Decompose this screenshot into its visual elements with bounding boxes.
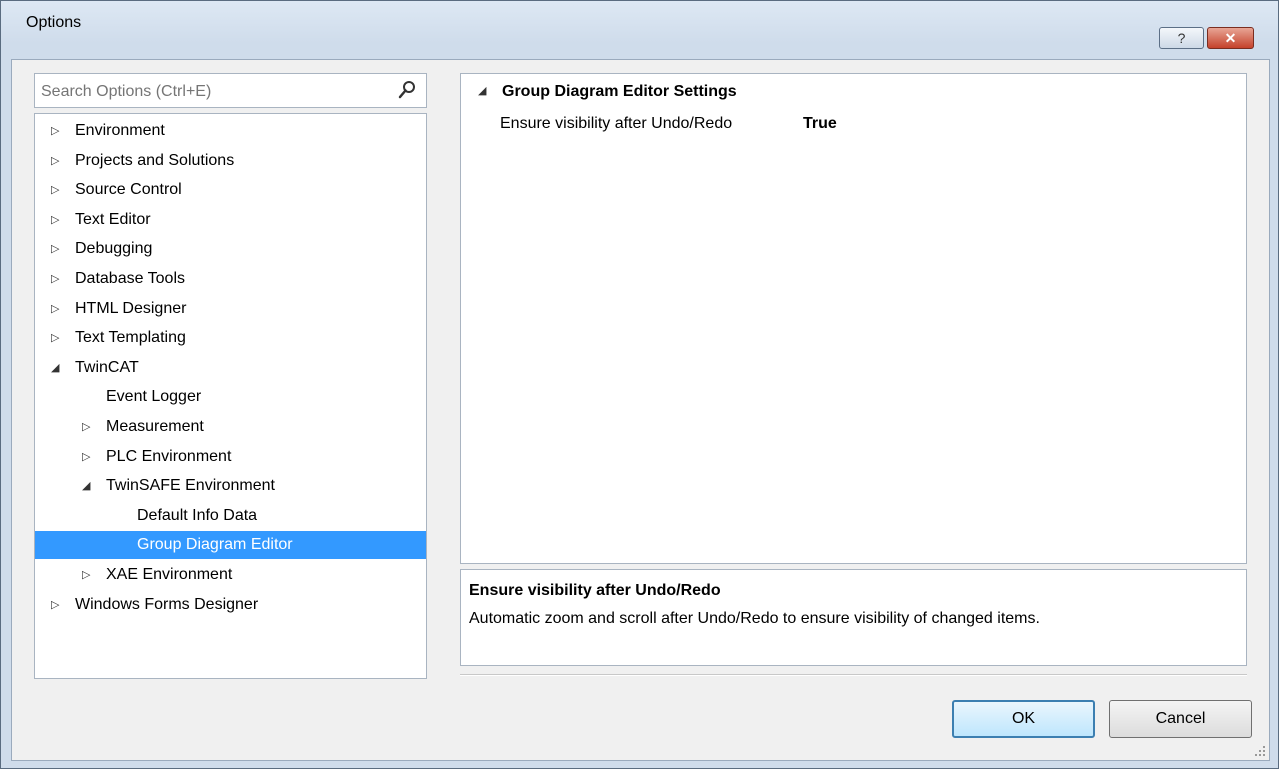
tree-item[interactable]: ▷ Text Editor xyxy=(35,206,426,234)
tree-item-label: TwinSAFE Environment xyxy=(106,477,275,495)
collapsed-arrow-icon[interactable]: ▷ xyxy=(51,295,59,323)
collapsed-arrow-icon[interactable]: ▷ xyxy=(82,413,90,441)
expanded-arrow-icon[interactable]: ◢ xyxy=(82,472,90,500)
tree-item-label: Event Logger xyxy=(106,388,202,406)
tree-item[interactable]: ▷ Environment xyxy=(35,117,426,145)
options-tree[interactable]: ▷ Environment ▷ Projects and Solutions ▷ Sour… xyxy=(34,113,427,679)
property-name[interactable]: Ensure visibility after Undo/Redo xyxy=(500,112,732,136)
tree-item-label: XAE Environment xyxy=(106,566,233,583)
cancel-button[interactable]: Cancel xyxy=(1109,700,1252,738)
tree-item-label: Projects and Solutions xyxy=(75,151,235,169)
property-category-title[interactable]: Group Diagram Editor Settings xyxy=(502,80,737,104)
title-bar[interactable]: Options ? ✕ xyxy=(1,1,1278,49)
search-box xyxy=(34,73,427,109)
tree-item-label: Debugging xyxy=(75,240,153,258)
tree-item-label: Windows Forms Designer xyxy=(75,595,259,613)
tree-item[interactable]: Event Logger xyxy=(35,383,426,411)
collapsed-arrow-icon[interactable]: ▷ xyxy=(51,265,59,293)
tree-item-label: Default Info Data xyxy=(137,506,258,524)
divider xyxy=(460,674,1247,676)
tree-item[interactable]: ▷ Debugging xyxy=(35,235,426,263)
dialog-client-area: ▷ Environment ▷ Projects and Solutions ▷ Sour… xyxy=(11,59,1270,761)
property-value[interactable]: True xyxy=(803,112,837,136)
collapsed-arrow-icon[interactable]: ▷ xyxy=(51,147,59,175)
property-grid: ◢ Group Diagram Editor Settings Ensure v… xyxy=(460,73,1247,564)
tree-item-label: HTML Designer xyxy=(75,299,187,317)
tree-item[interactable]: Group Diagram Editor xyxy=(35,531,426,560)
tree-item-label: Environment xyxy=(75,122,165,139)
category-expanded-arrow-icon[interactable]: ◢ xyxy=(478,84,486,97)
description-panel: Ensure visibility after Undo/Redo Automa… xyxy=(460,569,1247,666)
tree-item[interactable]: ▷ PLC Environment xyxy=(35,443,426,471)
tree-item[interactable]: Default Info Data xyxy=(35,502,426,530)
expanded-arrow-icon[interactable]: ◢ xyxy=(51,354,59,382)
tree-item[interactable]: ▷ Windows Forms Designer xyxy=(35,591,426,619)
collapsed-arrow-icon[interactable]: ▷ xyxy=(51,117,59,145)
tree-item[interactable]: ◢ TwinCAT xyxy=(35,354,426,382)
tree-item[interactable]: ◢ TwinSAFE Environment xyxy=(35,472,426,500)
tree-item-label: Group Diagram Editor xyxy=(137,536,293,554)
tree-item[interactable]: ▷ Measurement xyxy=(35,413,426,441)
collapsed-arrow-icon[interactable]: ▷ xyxy=(51,324,59,352)
search-icon[interactable] xyxy=(398,80,416,100)
collapsed-arrow-icon[interactable]: ▷ xyxy=(82,443,90,471)
close-icon: ✕ xyxy=(1224,29,1237,46)
collapsed-arrow-icon[interactable]: ▷ xyxy=(51,235,59,263)
tree-item-label: TwinCAT xyxy=(75,358,139,376)
collapsed-arrow-icon[interactable]: ▷ xyxy=(82,561,90,589)
help-button[interactable]: ? xyxy=(1159,27,1204,49)
search-input[interactable] xyxy=(35,74,393,109)
tree-item-label: Measurement xyxy=(106,418,204,435)
close-button[interactable]: ✕ xyxy=(1207,27,1254,49)
dialog-title: Options xyxy=(26,14,82,31)
tree-item[interactable]: ▷ Projects and Solutions xyxy=(35,147,426,175)
tree-item-label: Text Editor xyxy=(75,210,151,228)
tree-item[interactable]: ▷ Database Tools xyxy=(35,265,426,293)
collapsed-arrow-icon[interactable]: ▷ xyxy=(51,206,59,234)
description-title: Ensure visibility after Undo/Redo xyxy=(469,582,721,599)
options-dialog: Options ? ✕ ▷ Environment ▷ Projects and So… xyxy=(0,0,1279,769)
tree-item-label: Source Control xyxy=(75,181,182,199)
help-icon: ? xyxy=(1177,30,1186,46)
tree-item[interactable]: ▷ HTML Designer xyxy=(35,295,426,323)
tree-item-label: PLC Environment xyxy=(106,447,232,465)
resize-grip-icon[interactable] xyxy=(1252,743,1266,757)
description-text: Automatic zoom and scroll after Undo/Red… xyxy=(469,610,1040,627)
collapsed-arrow-icon[interactable]: ▷ xyxy=(51,591,59,619)
ok-button[interactable]: OK xyxy=(952,700,1095,738)
tree-item-label: Database Tools xyxy=(75,270,185,287)
tree-item-label: Text Templating xyxy=(75,329,186,347)
tree-item[interactable]: ▷ Source Control xyxy=(35,176,426,204)
tree-item[interactable]: ▷ Text Templating xyxy=(35,324,426,352)
tree-item[interactable]: ▷ XAE Environment xyxy=(35,561,426,589)
collapsed-arrow-icon[interactable]: ▷ xyxy=(51,176,59,204)
